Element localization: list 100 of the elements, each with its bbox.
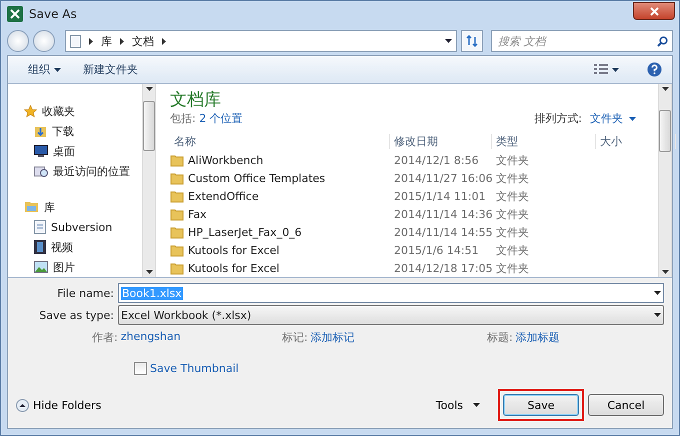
file-row-name[interactable]: Custom Office Templates	[170, 172, 390, 186]
save-thumbnail-label[interactable]: Save Thumbnail	[150, 362, 239, 375]
table-cell-text: 2014/11/14 14:36	[393, 208, 492, 221]
caret-icon	[654, 313, 661, 317]
table-cell-text: 2014/11/14 14:55	[393, 226, 492, 239]
metadata-label: 作者:	[92, 330, 118, 344]
scrollbar-thumb[interactable]	[659, 110, 671, 152]
sidebar-item[interactable]: 最近访问的位置	[24, 162, 142, 180]
caret-icon	[629, 116, 636, 120]
includes-label: 包括:	[170, 112, 196, 125]
chevron-up-icon	[16, 398, 29, 412]
table-cell-text: 2014/11/27 16:06	[393, 172, 492, 186]
folder-icon	[170, 190, 184, 204]
refresh-button[interactable]	[461, 30, 483, 52]
organize-menu[interactable]: 组织	[22, 60, 67, 79]
caret-icon	[54, 68, 61, 72]
breadcrumb[interactable]: 库	[101, 34, 112, 48]
new-folder-button[interactable]: 新建文件夹	[77, 60, 144, 79]
column-header[interactable]: 名称	[170, 134, 390, 150]
arrange-label: 排列方式:	[534, 111, 582, 126]
search-icon	[657, 36, 668, 46]
caret-icon	[473, 403, 480, 407]
sidebar-group[interactable]: 库	[24, 198, 142, 216]
close-icon	[650, 6, 658, 16]
spreadsheet-app-icon	[7, 6, 23, 22]
checkbox[interactable]	[134, 362, 147, 375]
file-row-name[interactable]: Kutools for Excel	[170, 244, 390, 257]
save-type-dropdown[interactable]: Excel Workbook (*.xlsx)	[118, 305, 664, 325]
table-cell-text: 文件夹	[495, 260, 530, 276]
caret-icon	[445, 39, 452, 43]
sidebar-item[interactable]: 视频	[24, 238, 142, 256]
file-row-name[interactable]: Kutools for Excel	[170, 262, 390, 275]
back-button[interactable]	[7, 30, 29, 52]
refresh-icon	[466, 35, 478, 47]
file-name-label: File name:	[56, 286, 115, 300]
folder-icon	[170, 154, 184, 168]
locations-link[interactable]: 2 个位置	[199, 112, 243, 125]
caret-icon	[612, 68, 619, 72]
table-cell-text: 2014/12/1 8:56	[393, 154, 480, 168]
chevron-icon	[162, 38, 166, 44]
address-bar[interactable]: 库 文档	[65, 30, 457, 52]
cancel-button[interactable]: Cancel	[588, 394, 664, 416]
library-icon	[24, 201, 39, 213]
caret-icon	[146, 87, 152, 91]
chevron-icon	[89, 38, 93, 44]
folder-icon	[170, 226, 184, 239]
caret-icon	[146, 270, 152, 274]
table-cell-text: 文件夹	[495, 171, 530, 186]
arrange-dropdown[interactable]: 文件夹	[590, 111, 636, 126]
metadata-value-link[interactable]: zhengshan	[120, 330, 181, 344]
table-cell-text: 2014/12/18 17:05	[393, 262, 492, 275]
chevron-icon	[120, 38, 124, 44]
forward-button[interactable]	[33, 30, 55, 52]
film-icon	[34, 240, 46, 254]
recent-places-icon	[34, 164, 48, 178]
table-cell-text: 文件夹	[495, 224, 530, 240]
picture-icon	[34, 261, 48, 273]
file-row-name[interactable]: AliWorkbench	[170, 154, 390, 168]
file-list-scrollbar[interactable]	[658, 84, 672, 277]
metadata-value-link[interactable]: 添加标记	[310, 330, 355, 344]
sidebar-item[interactable]: 图片	[24, 258, 142, 276]
save-type-label: Save as type:	[38, 308, 115, 322]
list-view-icon	[594, 64, 608, 75]
sidebar-item[interactable]: 下载	[24, 122, 142, 140]
table-cell-text: 文件夹	[495, 189, 530, 204]
file-row-name[interactable]: HP_LaserJet_Fax_0_6	[170, 226, 390, 239]
desktop-icon	[34, 145, 48, 157]
search-field[interactable]: 搜索 文档	[491, 30, 673, 52]
column-header[interactable]: 修改日期	[390, 134, 492, 150]
file-row-name[interactable]: Fax	[170, 208, 390, 221]
folder-icon	[170, 208, 184, 221]
hide-folders-button[interactable]: Hide Folders	[16, 398, 102, 412]
column-header[interactable]: 类型	[492, 134, 596, 150]
caret-icon	[662, 87, 668, 91]
sidebar-scrollbar[interactable]	[142, 84, 156, 277]
file-row-name[interactable]: ExtendOffice	[170, 190, 390, 204]
breadcrumb[interactable]: 文档	[132, 34, 154, 48]
table-cell-text: 2015/1/6 14:51	[393, 244, 480, 257]
table-cell-text: 文件夹	[495, 242, 530, 258]
save-button[interactable]: Save	[503, 394, 579, 416]
table-cell-text: 2015/1/14 11:01	[393, 190, 487, 204]
close-button[interactable]	[633, 2, 675, 20]
table-cell-text: 文件夹	[495, 206, 530, 222]
folder-icon	[170, 262, 184, 275]
folder-icon	[170, 244, 184, 257]
tools-menu[interactable]: Tools	[430, 398, 486, 412]
library-title: 文档库	[170, 90, 221, 110]
document-icon	[70, 34, 81, 48]
scrollbar-thumb[interactable]	[143, 100, 155, 150]
sidebar-item[interactable]: Subversion	[24, 218, 142, 236]
metadata-value-link[interactable]: 添加标题	[516, 330, 560, 344]
window-title: Save As	[29, 7, 78, 21]
table-cell-text: 文件夹	[495, 153, 530, 168]
help-icon[interactable]	[647, 62, 662, 77]
folder-icon	[170, 172, 184, 186]
caret-icon	[662, 270, 668, 274]
sidebar-group[interactable]: 收藏夹	[24, 102, 142, 120]
download-folder-icon	[34, 124, 47, 138]
caret-icon	[654, 291, 661, 295]
sidebar-item[interactable]: 桌面	[24, 142, 142, 160]
